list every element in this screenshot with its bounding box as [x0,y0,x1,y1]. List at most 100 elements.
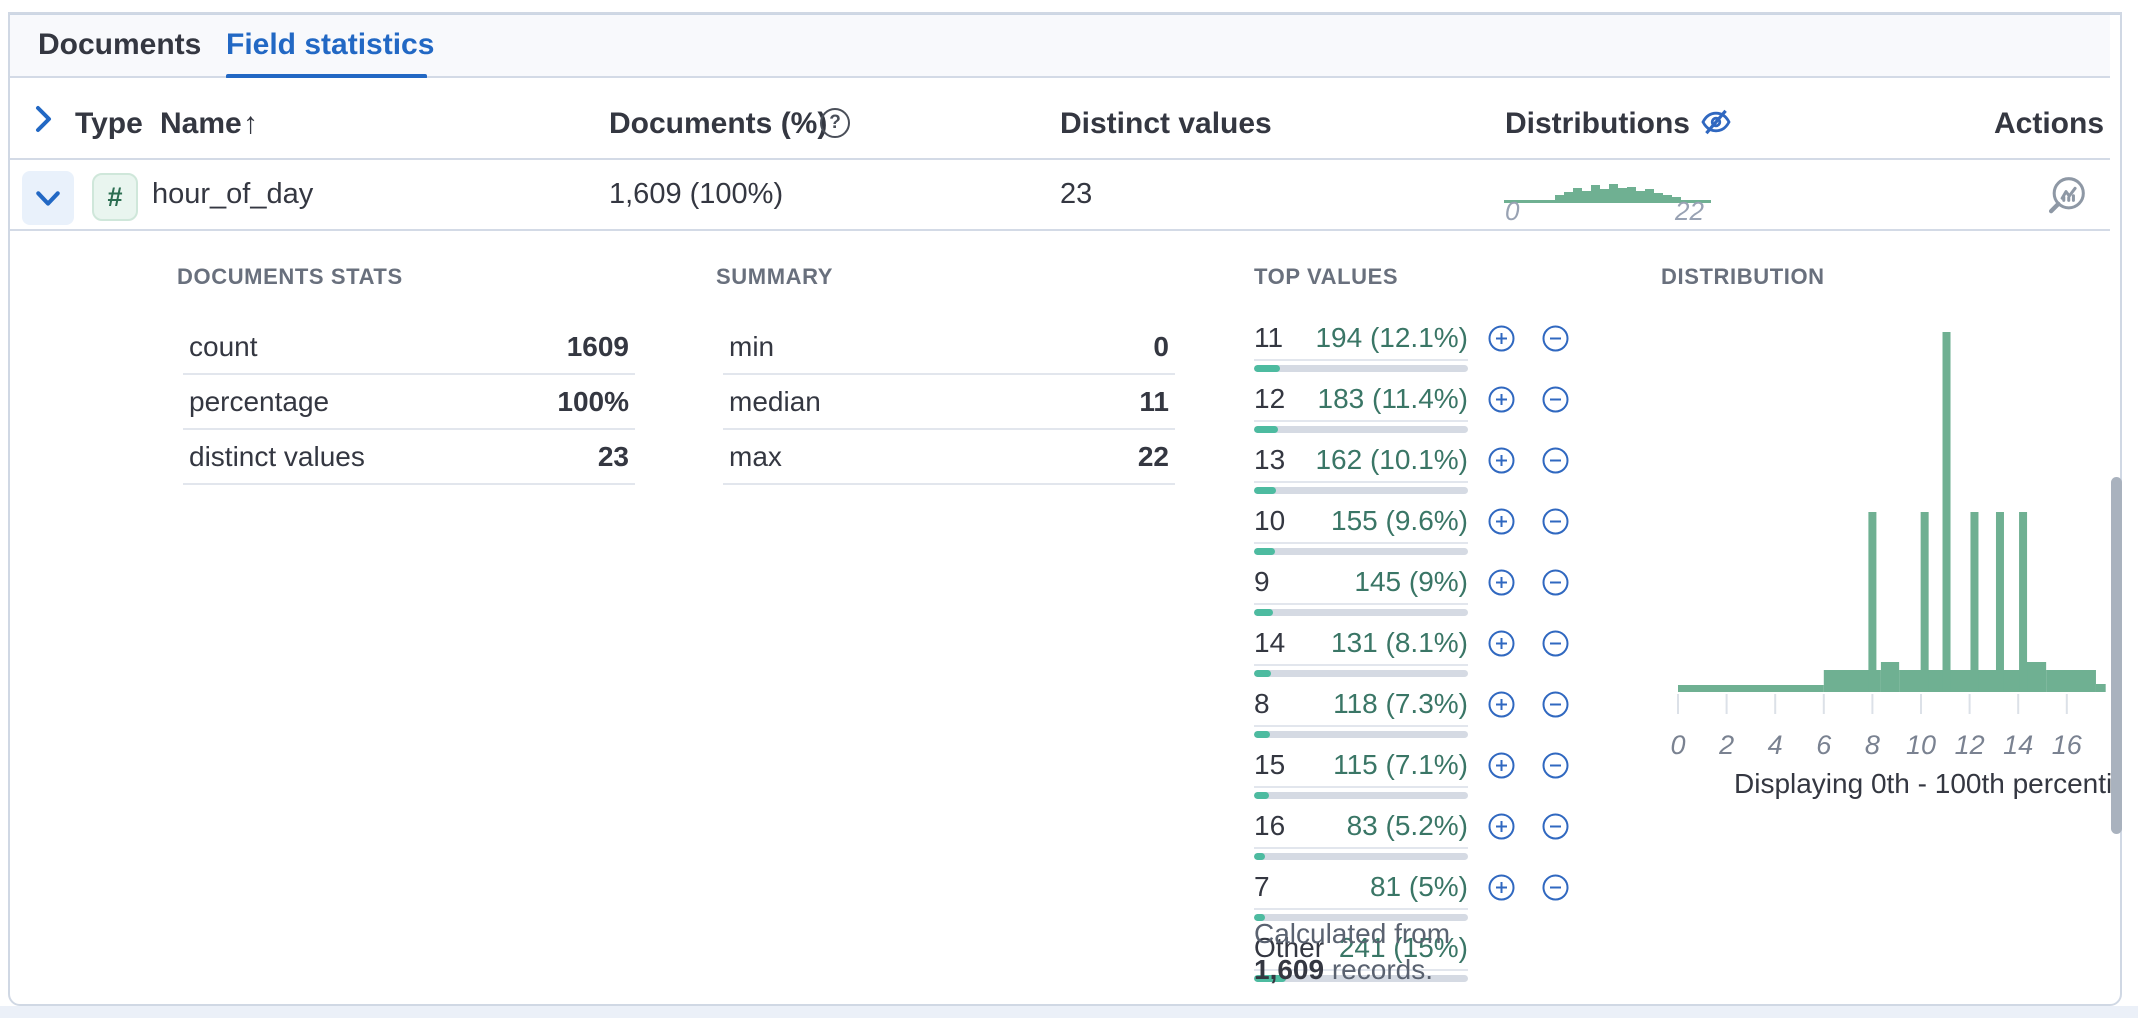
filter-out-value-button[interactable] [1541,751,1570,780]
top-values-footnote: Calculated from 1,609 records. [1254,916,1494,988]
footnote-count: 1,609 [1254,954,1324,985]
top-value-text: 8118 (7.3%) [1254,688,1468,727]
filter-for-value-button[interactable] [1487,690,1516,719]
svg-text:4: 4 [1768,730,1783,760]
help-icon[interactable]: ? [820,108,850,138]
filter-out-value-button[interactable] [1541,690,1570,719]
stat-row-percentage: percentage 100% [183,375,635,430]
page-background-strip [0,1006,2138,1018]
filter-for-value-button[interactable] [1487,568,1516,597]
top-value-progress-track [1254,426,1468,433]
top-value-key: 11 [1254,322,1283,354]
top-value-row: 12183 (11.4%) [1254,383,1468,433]
filter-for-value-button[interactable] [1487,812,1516,841]
collapse-row-button[interactable] [22,171,74,225]
field-documents-value: 1,609 (100%) [609,178,783,211]
top-value-progress-track [1254,487,1468,494]
stat-value: 0 [1153,331,1169,363]
top-value-text: 10155 (9.6%) [1254,505,1468,544]
filter-for-value-button[interactable] [1487,446,1516,475]
top-value-key: 9 [1254,566,1270,598]
top-value-progress-fill [1254,365,1280,372]
hide-distributions-button[interactable] [1700,106,1732,138]
filter-for-value-button[interactable] [1487,873,1516,902]
top-value-row: 781 (5%) [1254,871,1468,921]
field-name: hour_of_day [152,178,313,211]
tab-documents[interactable]: Documents [38,28,201,62]
header-type[interactable]: Type [75,107,143,141]
filter-for-value-button[interactable] [1487,385,1516,414]
documents-stats-table: count 1609 percentage 100% distinct valu… [183,320,635,485]
top-border [8,12,2120,15]
top-value-text: 781 (5%) [1254,871,1468,910]
stat-label: median [729,386,821,418]
top-value-key: 10 [1254,505,1285,537]
top-value-count: 81 (5%) [1370,871,1468,903]
top-value-key: 14 [1254,627,1285,659]
top-value-progress-fill [1254,792,1269,799]
expand-all-button[interactable] [27,103,59,135]
svg-text:8: 8 [1865,730,1880,760]
filter-out-value-button[interactable] [1541,507,1570,536]
sort-ascending-icon[interactable]: ↑ [243,107,258,141]
header-distinct-values[interactable]: Distinct values [1060,107,1272,141]
stat-row-distinct-values: distinct values 23 [183,430,635,485]
svg-text:16: 16 [2052,730,2083,760]
stat-label: min [729,331,774,363]
filter-out-value-button[interactable] [1541,446,1570,475]
stat-value: 11 [1139,386,1169,418]
documents-stats-title: DOCUMENTS STATS [177,264,403,290]
filter-for-value-button[interactable] [1487,507,1516,536]
eye-closed-icon [1700,106,1732,138]
top-value-text: 9 145 (9%) [1254,566,1468,605]
top-value-row: 1683 (5.2%) [1254,810,1468,860]
mini-axis-max: 22 [1675,196,1704,227]
top-value-row: 10155 (9.6%) [1254,505,1468,555]
top-value-count: 145 (9%) [1354,566,1468,598]
filter-for-value-button[interactable] [1487,324,1516,353]
vertical-scrollbar[interactable] [2111,477,2122,834]
filter-out-value-button[interactable] [1541,324,1570,353]
filter-out-value-button[interactable] [1541,629,1570,658]
top-value-count: 131 (8.1%) [1331,627,1468,659]
top-value-row: 8118 (7.3%) [1254,688,1468,738]
tab-field-statistics[interactable]: Field statistics [226,28,434,62]
top-value-progress-fill [1254,609,1273,616]
field-statistics-page: Documents Field statistics Type Name ↑ D… [0,0,2138,1018]
number-type-badge: # [92,173,138,221]
header-distributions[interactable]: Distributions [1505,107,1690,141]
top-value-progress-track [1254,670,1468,677]
header-actions: Actions [1994,107,2104,141]
header-name[interactable]: Name [160,107,242,141]
stat-row-median: median 11 [723,375,1175,430]
top-value-key: 16 [1254,810,1285,842]
top-value-progress-fill [1254,731,1270,738]
lens-magnifier-chart-icon [2044,174,2088,218]
svg-text:0: 0 [1670,730,1685,760]
top-value-progress-fill [1254,670,1271,677]
row-divider [10,229,2110,231]
stat-label: count [189,331,258,363]
footnote-suffix: records. [1324,954,1433,985]
header-documents[interactable]: Documents (%) [609,107,827,141]
filter-for-value-button[interactable] [1487,629,1516,658]
stat-label: distinct values [189,441,365,473]
top-values-list: 11194 (12.1%)12183 (11.4%)13162 (10.1%)1… [1254,322,1468,993]
top-values-title: TOP VALUES [1254,264,1398,290]
filter-out-value-button[interactable] [1541,568,1570,597]
top-value-count: 118 (7.3%) [1333,688,1468,720]
filter-out-value-button[interactable] [1541,873,1570,902]
stat-row-count: count 1609 [183,320,635,375]
top-value-progress-fill [1254,426,1278,433]
filter-for-value-button[interactable] [1487,751,1516,780]
footnote-prefix: Calculated from [1254,918,1450,949]
field-distinct-values: 23 [1060,178,1092,211]
top-value-count: 194 (12.1%) [1315,322,1468,354]
filter-out-value-button[interactable] [1541,385,1570,414]
explore-in-lens-button[interactable] [2044,174,2088,218]
filter-out-value-button[interactable] [1541,812,1570,841]
top-value-count: 183 (11.4%) [1318,383,1468,415]
top-value-count: 162 (10.1%) [1315,444,1468,476]
panel-content: Documents Field statistics Type Name ↑ D… [0,0,2112,1004]
top-value-progress-track [1254,365,1468,372]
